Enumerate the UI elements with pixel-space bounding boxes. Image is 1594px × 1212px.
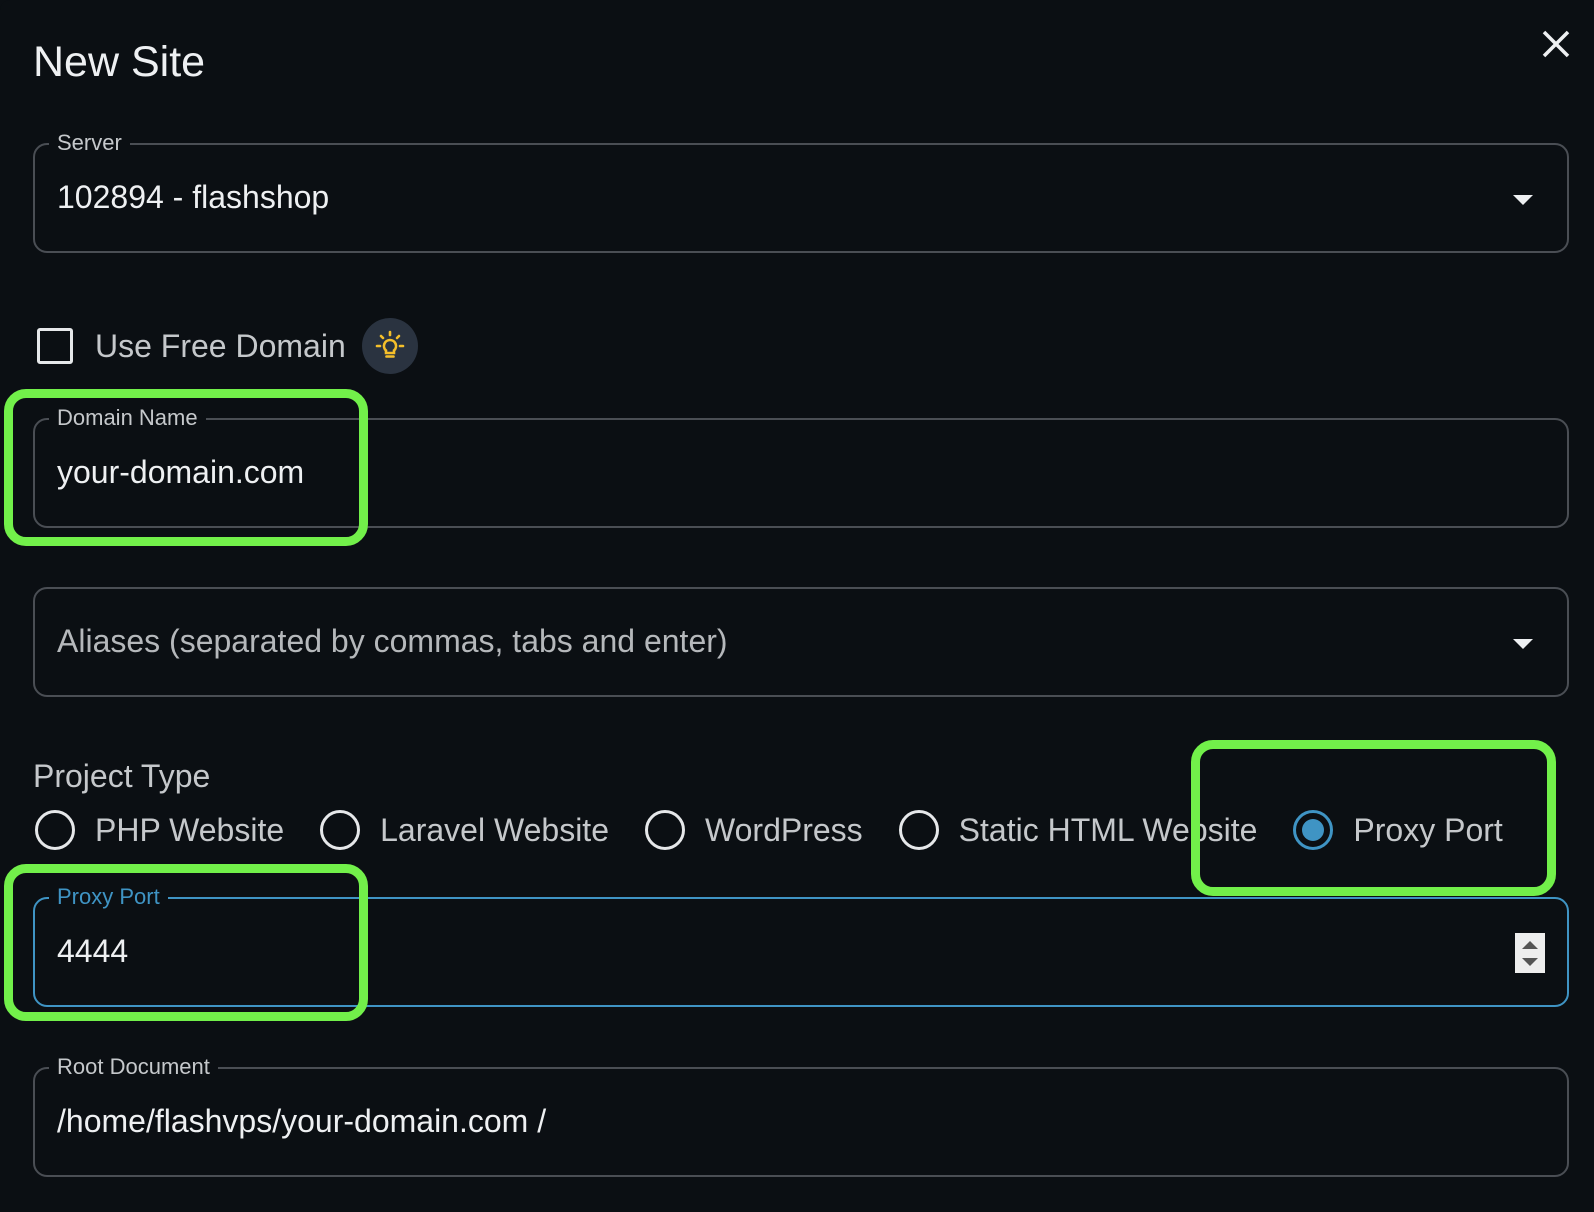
radio-wordpress[interactable]: WordPress bbox=[644, 810, 863, 850]
radio-static-html-website[interactable]: Static HTML Website bbox=[898, 810, 1258, 850]
radio-button[interactable] bbox=[320, 810, 361, 850]
close-button[interactable] bbox=[1538, 26, 1574, 62]
radio-label[interactable]: Proxy Port bbox=[1353, 812, 1502, 849]
use-free-domain-checkbox[interactable] bbox=[37, 328, 73, 364]
root-document-input[interactable]: /home/flashvps/your-domain.com / bbox=[57, 1103, 546, 1140]
root-document-field[interactable]: Root Document /home/flashvps/your-domain… bbox=[33, 1053, 1569, 1177]
server-select[interactable]: Server 102894 - flashshop bbox=[33, 129, 1569, 253]
project-type-label: Project Type bbox=[33, 758, 211, 794]
spin-down-icon[interactable] bbox=[1522, 958, 1538, 966]
radio-label[interactable]: PHP Website bbox=[95, 812, 284, 849]
project-type-radio-group: PHP Website Laravel Website WordPress St… bbox=[35, 808, 1503, 852]
proxy-port-label: Proxy Port bbox=[49, 883, 168, 911]
use-free-domain-label[interactable]: Use Free Domain bbox=[95, 328, 346, 365]
use-free-domain-row: Use Free Domain bbox=[37, 318, 418, 374]
radio-button[interactable] bbox=[644, 810, 685, 850]
dropdown-arrow-icon[interactable] bbox=[1513, 195, 1533, 205]
hint-button[interactable] bbox=[361, 318, 418, 374]
radio-button[interactable] bbox=[35, 810, 75, 850]
domain-name-input[interactable]: your-domain.com bbox=[57, 454, 304, 491]
new-site-dialog: New Site Server 102894 - flashshop Use F… bbox=[0, 0, 1594, 1212]
close-icon bbox=[1542, 30, 1570, 58]
radio-label[interactable]: WordPress bbox=[705, 812, 863, 849]
dropdown-arrow-icon[interactable] bbox=[1513, 639, 1533, 649]
radio-label[interactable]: Static HTML Website bbox=[959, 812, 1258, 849]
domain-name-label: Domain Name bbox=[49, 404, 206, 432]
radio-button[interactable] bbox=[898, 810, 939, 850]
server-value: 102894 - flashshop bbox=[57, 179, 330, 215]
dialog-title: New Site bbox=[33, 38, 206, 86]
spin-up-icon[interactable] bbox=[1522, 941, 1538, 949]
radio-button-selected[interactable] bbox=[1293, 810, 1334, 850]
root-document-label: Root Document bbox=[49, 1053, 218, 1081]
proxy-port-field[interactable]: Proxy Port 4444 bbox=[33, 883, 1569, 1007]
aliases-input[interactable]: Aliases (separated by commas, tabs and e… bbox=[57, 623, 728, 660]
number-spinner[interactable] bbox=[1515, 933, 1545, 973]
lightbulb-icon bbox=[375, 330, 405, 358]
server-label: Server bbox=[49, 129, 130, 157]
aliases-field[interactable]: Aliases (separated by commas, tabs and e… bbox=[33, 587, 1569, 697]
radio-label[interactable]: Laravel Website bbox=[380, 812, 609, 849]
domain-name-field[interactable]: Domain Name your-domain.com bbox=[33, 404, 1569, 528]
radio-php-website[interactable]: PHP Website bbox=[35, 810, 284, 850]
proxy-port-input[interactable]: 4444 bbox=[57, 933, 128, 970]
radio-proxy-port[interactable]: Proxy Port bbox=[1293, 810, 1503, 850]
radio-laravel-website[interactable]: Laravel Website bbox=[320, 810, 609, 850]
